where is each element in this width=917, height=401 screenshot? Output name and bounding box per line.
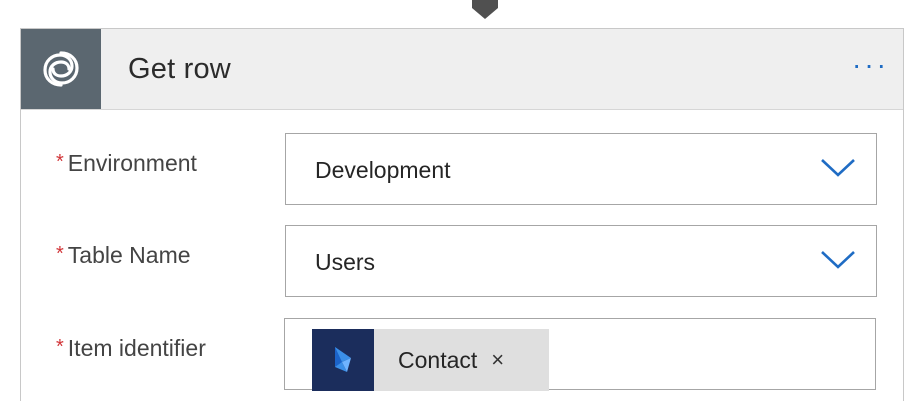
item-identifier-input[interactable]: Contact × <box>284 318 876 391</box>
dynamic-content-token[interactable]: Contact × <box>312 329 549 391</box>
required-marker: * <box>56 151 64 173</box>
table-name-selected-value: Users <box>315 249 376 275</box>
action-title: Get row <box>128 53 231 85</box>
token-label: Contact <box>398 346 478 373</box>
chevron-down-icon <box>819 156 857 185</box>
item-identifier-label-text: Item identifier <box>67 335 206 361</box>
environment-label: * Environment <box>56 150 197 177</box>
flow-designer-canvas: Get row ··· * Environment Development * Ta… <box>0 0 917 401</box>
environment-selected-value: Development <box>315 157 451 183</box>
table-name-label-text: Table Name <box>67 242 191 268</box>
required-marker: * <box>56 243 64 265</box>
required-marker: * <box>56 336 64 358</box>
dynamics-365-icon <box>312 329 374 391</box>
item-identifier-label: * Item identifier <box>56 335 206 362</box>
remove-token-icon[interactable]: × <box>491 349 504 371</box>
dataverse-connector-icon <box>21 29 101 109</box>
chevron-down-icon <box>819 248 857 277</box>
more-options-icon[interactable]: ··· <box>852 51 889 79</box>
table-name-label: * Table Name <box>56 242 191 269</box>
action-card-header[interactable]: Get row ··· <box>21 29 903 110</box>
table-name-dropdown[interactable]: Users <box>285 225 877 297</box>
environment-label-text: Environment <box>67 150 197 176</box>
environment-dropdown[interactable]: Development <box>285 133 877 205</box>
